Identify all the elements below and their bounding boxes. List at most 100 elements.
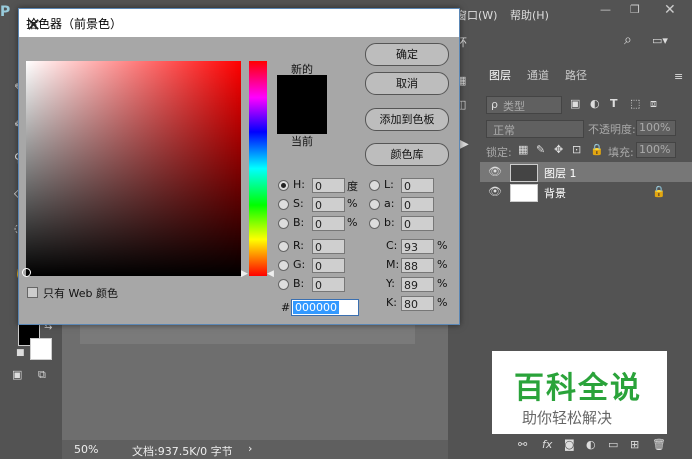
radio-lab-a[interactable] [369, 199, 380, 210]
color-picker-dialog: 拾色器（前景色） ✕ ▶ ◀ 新的 当前 确定 取消 添加到色板 颜色库 只有 … [18, 8, 460, 325]
brightness-field[interactable]: 0 [312, 216, 345, 231]
layers-footer: ⚯ fx ◙ ◐ ▭ ⊞ 🗑 [480, 434, 692, 459]
link-icon[interactable]: ⚯ [518, 438, 527, 451]
filter-adjust-icon[interactable]: ◐ [590, 97, 600, 110]
brightness-unit: % [347, 216, 358, 229]
radio-red[interactable] [278, 241, 289, 252]
add-to-swatches-button[interactable]: 添加到色板 [365, 108, 449, 131]
lock-icon: 🔒 [652, 185, 666, 198]
black-unit: % [437, 296, 448, 309]
saturation-brightness-field[interactable] [22, 61, 241, 277]
lock-pixels-icon[interactable]: ▦ [518, 143, 528, 156]
cancel-button[interactable]: 取消 [365, 72, 449, 95]
panel-menu-icon[interactable]: ≡ [674, 70, 683, 83]
radio-hue[interactable] [278, 180, 289, 191]
zoom-level[interactable]: 50% [74, 443, 98, 456]
filter-smart-icon[interactable]: ⧈ [650, 97, 657, 111]
radio-green[interactable] [278, 260, 289, 271]
group-icon[interactable]: ▭ [608, 438, 618, 451]
background-swatch[interactable] [30, 338, 52, 360]
green-label: G: [293, 258, 306, 271]
opacity-field[interactable]: 100% [636, 120, 676, 136]
magenta-field[interactable]: 88 [401, 258, 434, 273]
lock-artboard-icon[interactable]: ⊡ [572, 143, 581, 156]
minimize-icon[interactable]: — [600, 3, 611, 16]
lock-position-icon[interactable]: ✥ [554, 143, 563, 156]
trash-icon[interactable]: 🗑 [652, 438, 666, 451]
visibility-eye-icon[interactable]: 👁 [488, 165, 502, 178]
tab-channels[interactable]: 通道 [520, 64, 556, 88]
hue-slider[interactable] [249, 61, 267, 276]
fill-field[interactable]: 100% [636, 142, 676, 158]
hex-value: 000000 [293, 301, 339, 314]
visibility-eye-icon[interactable]: 👁 [488, 185, 502, 198]
search-icon[interactable]: ⌕ [624, 32, 632, 48]
fx-icon[interactable]: fx [542, 438, 552, 451]
layer-name[interactable]: 背景 [544, 185, 566, 201]
maximize-icon[interactable]: ❐ [630, 3, 640, 16]
filter-select[interactable]: ρ 类型 [486, 96, 562, 114]
black-label: K: [386, 296, 397, 309]
screen-mode-icon[interactable]: ⧉ [38, 368, 46, 382]
filter-image-icon[interactable]: ▣ [570, 97, 580, 110]
opacity-value: 100% [639, 121, 671, 134]
adjustment-icon[interactable]: ◐ [586, 438, 596, 451]
quickmask-icon[interactable]: ▣ [12, 368, 22, 381]
doc-size: 文档:937.5K/0 字节 [132, 445, 233, 458]
new-layer-icon[interactable]: ⊞ [630, 438, 639, 451]
hex-field[interactable]: 000000 [291, 299, 359, 316]
fill-value: 100% [639, 143, 671, 156]
tab-layers[interactable]: 图层 [482, 64, 518, 88]
menu-help[interactable]: 帮助(H) [510, 7, 549, 23]
default-colors-icon[interactable]: ■ [16, 348, 25, 358]
status-arrow-icon[interactable]: › [248, 442, 252, 455]
cyan-field[interactable]: 93 [401, 239, 434, 254]
mask-icon[interactable]: ◙ [564, 438, 575, 451]
radio-lightness[interactable] [369, 180, 380, 191]
lab-b-field[interactable]: 0 [401, 216, 434, 231]
web-only-checkbox[interactable] [27, 287, 38, 298]
workspace-icon[interactable]: ▭▾ [652, 34, 668, 47]
radio-lab-b[interactable] [369, 218, 380, 229]
close-icon[interactable]: ✕ [26, 15, 451, 36]
black-field[interactable]: 80 [401, 296, 434, 311]
saturation-field[interactable]: 0 [312, 197, 345, 212]
color-libraries-button[interactable]: 颜色库 [365, 143, 449, 166]
new-color-swatch [277, 75, 327, 106]
blue-field[interactable]: 0 [312, 277, 345, 292]
radio-brightness[interactable] [278, 218, 289, 229]
lab-l-field[interactable]: 0 [401, 178, 434, 193]
hue-arrow-left[interactable]: ▶ [241, 269, 248, 279]
layer-row[interactable]: 👁 背景 🔒 [480, 182, 692, 202]
menu-window[interactable]: 窗口(W) [456, 7, 497, 23]
tab-paths[interactable]: 路径 [558, 64, 594, 88]
dialog-title-bar[interactable]: 拾色器（前景色） ✕ [19, 9, 459, 37]
saturation-label: S: [293, 197, 304, 210]
color-cursor[interactable] [22, 268, 31, 277]
blend-mode: 正常 [493, 124, 515, 137]
lab-a-field[interactable]: 0 [401, 197, 434, 212]
layer-name[interactable]: 图层 1 [544, 165, 577, 181]
current-color-swatch[interactable] [277, 106, 327, 134]
ok-button[interactable]: 确定 [365, 43, 449, 66]
green-field[interactable]: 0 [312, 258, 345, 273]
filter-text-icon[interactable]: T [610, 97, 618, 110]
radio-blue[interactable] [278, 279, 289, 290]
red-label: R: [293, 239, 305, 252]
red-field[interactable]: 0 [312, 239, 345, 254]
hue-unit: 度 [347, 180, 358, 193]
filter-shape-icon[interactable]: ⬚ [630, 97, 640, 110]
lock-paint-icon[interactable]: ✎ [536, 143, 545, 156]
close-window-icon[interactable]: ✕ [664, 2, 676, 18]
web-only-label: 只有 Web 颜色 [43, 287, 118, 300]
layer-row[interactable]: 👁 图层 1 [480, 162, 692, 182]
hue-arrow-right[interactable]: ◀ [267, 269, 274, 279]
blue-label: B: [293, 277, 305, 290]
layer-thumbnail [510, 164, 538, 182]
magenta-unit: % [437, 258, 448, 271]
yellow-field[interactable]: 89 [401, 277, 434, 292]
blend-mode-select[interactable]: 正常 [486, 120, 584, 138]
hue-field[interactable]: 0 [312, 178, 345, 193]
lock-all-icon[interactable]: 🔒 [590, 143, 604, 156]
radio-saturation[interactable] [278, 199, 289, 210]
